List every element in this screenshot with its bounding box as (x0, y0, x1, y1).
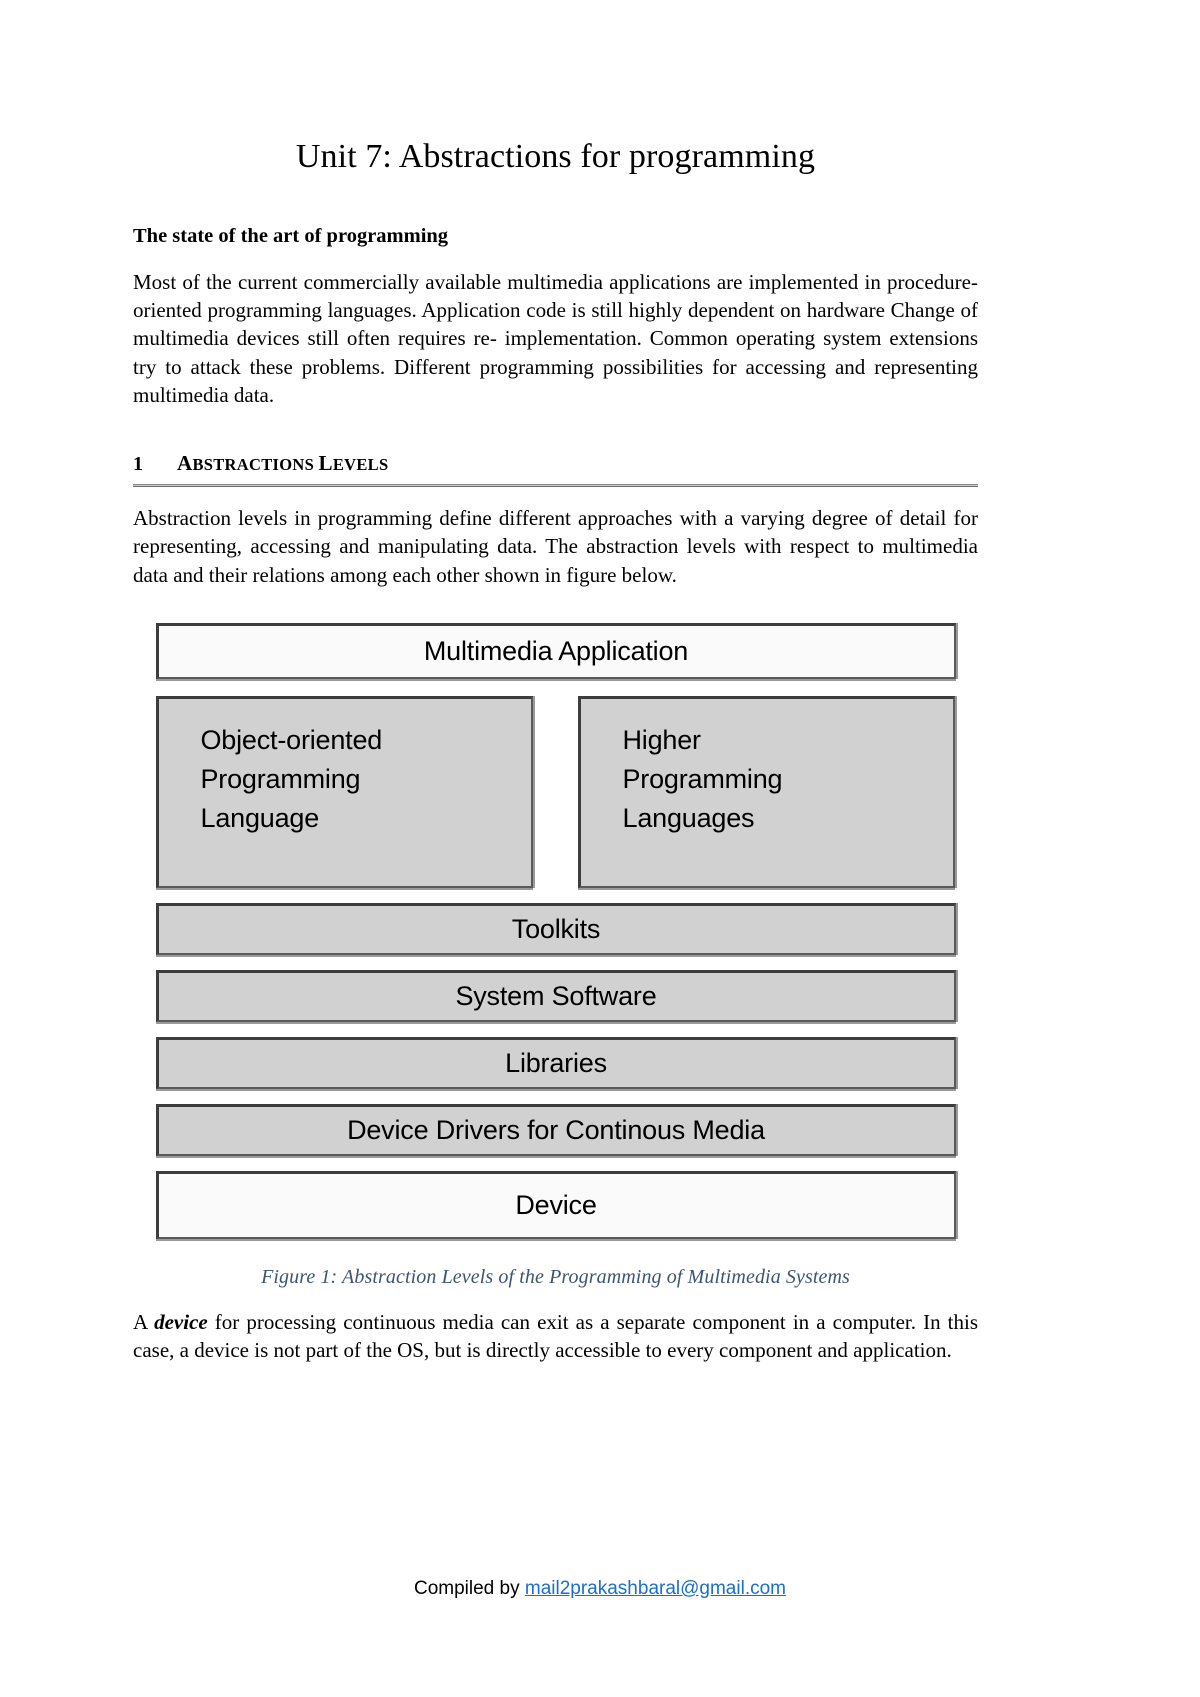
closing-rest: for processing continuous media can exit… (133, 1310, 978, 1363)
footer-email-link[interactable]: mail2prakashbaral@gmail.com (525, 1578, 786, 1599)
section-title: ABSTRACTIONS LEVELS (177, 451, 388, 476)
figure-box-label: Object-oriented Programming Language (200, 725, 383, 834)
closing-lead: A (133, 1310, 155, 1335)
section-paragraph: Abstraction levels in programming define… (133, 506, 978, 587)
figure-box-label: Multimedia Application (423, 635, 689, 666)
figure-box-label: Device Drivers for Continous Media (347, 1114, 765, 1145)
intro-paragraph: Most of the current commercially availab… (133, 269, 978, 407)
section-title-rest-abstractions: BSTRACTIONS (192, 455, 315, 475)
figure-box-system-software: System Software (155, 970, 956, 1023)
figure-box-row-languages: Object-oriented Programming Language Highe… (155, 696, 956, 889)
figure-box-object-oriented-programming-language: Object-oriented Programming Language (155, 696, 533, 889)
page-title: Unit 7: Abstractions for programming (295, 138, 816, 175)
closing-emphasis-device: device (154, 1310, 208, 1335)
figure-box-label: Higher Programming Languages (622, 725, 783, 834)
section-title-rest-levels: EVELS (332, 455, 389, 475)
section-title-cap-a: A (177, 451, 193, 476)
figure-box-libraries: Libraries (155, 1037, 956, 1090)
closing-paragraph: A device for processing continuous media… (133, 1289, 978, 1365)
figure-box-label: System Software (455, 980, 657, 1011)
section-title-cap-l: L (318, 451, 333, 476)
figure-box-stack: Multimedia Application Object-oriented Pr… (155, 623, 956, 1240)
document-page: Unit 7: Abstractions for programming The… (0, 0, 1200, 1697)
page-footer: Compiled by mail2prakashbaral@gmail.com (0, 1578, 1200, 1600)
figure-box-device-drivers: Device Drivers for Continous Media (155, 1104, 956, 1157)
section-heading: 1 ABSTRACTIONS LEVELS (133, 409, 978, 476)
footer-prefix: Compiled by (413, 1578, 525, 1599)
figure-box-device: Device (155, 1171, 956, 1240)
figure-box-higher-programming-languages: Higher Programming Languages (577, 696, 955, 889)
figure-caption: Figure 1: Abstraction Levels of the Prog… (261, 1266, 850, 1289)
intro-heading: The state of the art of programming (133, 225, 449, 248)
figure-abstraction-levels: Multimedia Application Object-oriented Pr… (133, 589, 978, 1289)
figure-box-label: Device (515, 1189, 597, 1220)
section-number: 1 (133, 453, 143, 476)
figure-box-label: Libraries (505, 1047, 607, 1078)
figure-box-multimedia-application: Multimedia Application (155, 623, 956, 680)
page-content: Unit 7: Abstractions for programming The… (133, 0, 978, 1365)
figure-box-label: Toolkits (511, 913, 601, 944)
figure-box-toolkits: Toolkits (155, 903, 956, 956)
